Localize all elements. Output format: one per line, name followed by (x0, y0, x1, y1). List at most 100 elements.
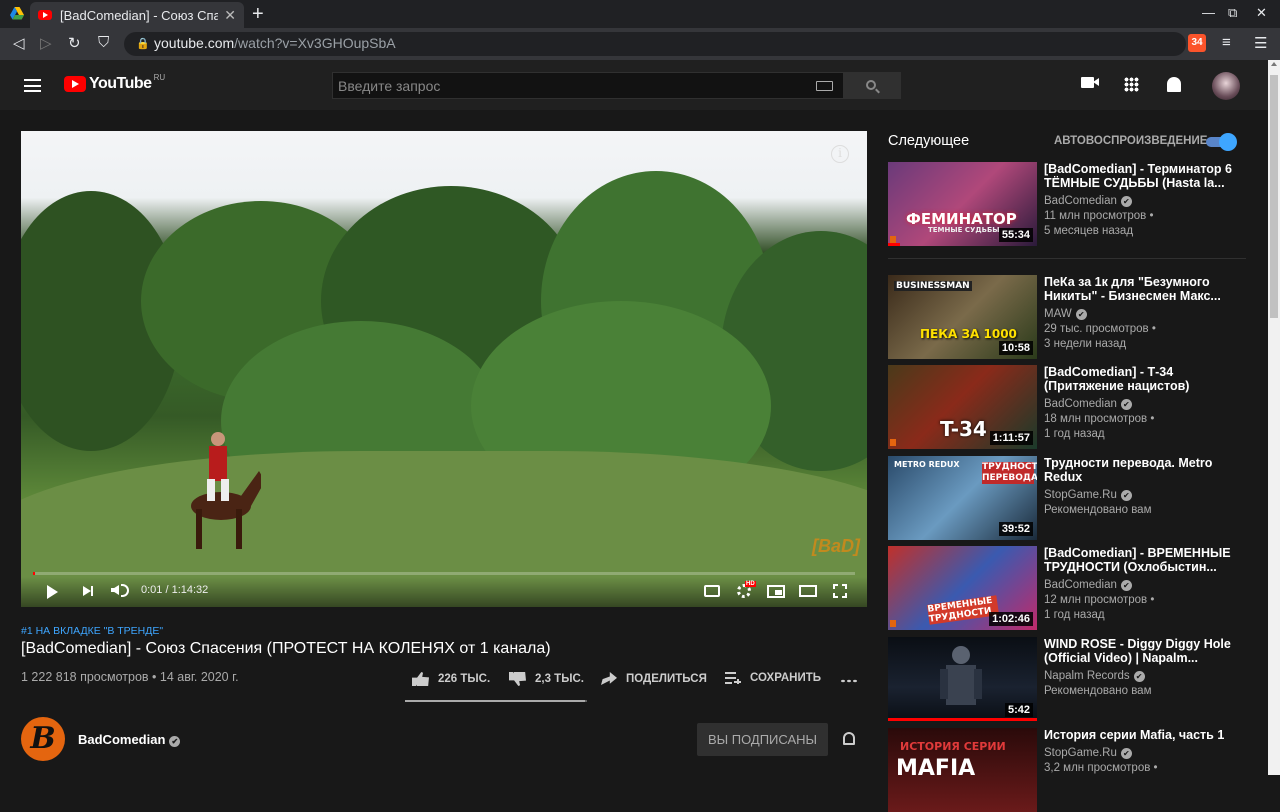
like-ratio-fill (405, 700, 586, 702)
video-player[interactable]: i [BaD] 0:01 / 1:14:32 HD (21, 131, 867, 607)
autoplay-toggle-knob[interactable] (1219, 133, 1237, 151)
recommended-video[interactable]: METRO REDUX ТРУДНОСТИ ПЕРЕВОДА 39:52 Трудно… (888, 456, 1248, 540)
keyboard-icon[interactable] (816, 81, 833, 91)
google-drive-icon[interactable] (10, 7, 24, 20)
video-stats: 29 тыс. просмотров • (1044, 323, 1156, 335)
channel-name[interactable]: MAW ✔ (1044, 308, 1244, 320)
youtube-favicon-icon (38, 10, 52, 20)
play-icon[interactable] (47, 585, 58, 599)
recommended-video[interactable]: ТЕМНЫЕ СУДЬБЫ ФЕМИНАТОР 55:34 [BadComedian]… (888, 162, 1248, 246)
video-title[interactable]: [BadComedian] - Терминатор 6 ТЁМНЫЕ СУДЬ… (1044, 162, 1244, 190)
forward-icon[interactable]: ▷ (40, 34, 52, 52)
thumbnail-subtext: BUSINESSMAN (894, 281, 972, 291)
channel-flag-icon (890, 236, 896, 243)
video-thumbnail[interactable]: T-34 1:11:57 (888, 365, 1037, 449)
address-bar: ◁ ▷ ↻ ⛉ 🔒 youtube.com/watch?v=Xv3GHOupSb… (0, 28, 1280, 60)
apps-grid-icon[interactable] (1124, 77, 1139, 92)
search-input[interactable]: Введите запрос (332, 72, 844, 99)
maximize-icon[interactable]: ⧉ (1228, 5, 1237, 21)
video-thumbnail[interactable]: METRO REDUX ТРУДНОСТИ ПЕРЕВОДА 39:52 (888, 456, 1037, 540)
url-field[interactable]: 🔒 youtube.com/watch?v=Xv3GHOupSbA (124, 32, 1186, 56)
browser-tab-bar: [BadComedian] - Союз Спа ✕ + — ⧉ ✕ (0, 0, 1280, 28)
video-title[interactable]: [BadComedian] - ВРЕМЕННЫЕ ТРУДНОСТИ (Охл… (1044, 546, 1244, 574)
video-age: 3 недели назад (1044, 338, 1127, 350)
recommended-video[interactable]: BUSINESSMAN ПЕКА ЗА 1000 10:58 ПеКа за 1к д… (888, 275, 1248, 359)
recommended-video[interactable]: ВРЕМЕННЫЕ ТРУДНОСТИ 1:02:46 [BadComedian] … (888, 546, 1248, 630)
scroll-up-arrow-icon[interactable] (1271, 62, 1277, 66)
verified-check-icon: ✔ (1075, 309, 1087, 320)
info-icon[interactable]: i (831, 145, 849, 163)
video-thumbnail[interactable]: BUSINESSMAN ПЕКА ЗА 1000 10:58 (888, 275, 1037, 359)
next-video-icon[interactable] (83, 586, 93, 596)
search-button[interactable] (843, 72, 901, 99)
recommended-video[interactable]: T-34 1:11:57 [BadComedian] - Т-34 (Притяже… (888, 365, 1248, 449)
like-button[interactable]: 226 ТЫС. (412, 672, 490, 686)
video-thumbnail[interactable]: ИСТОРИЯ СЕРИИ MAFIA (888, 728, 1037, 812)
thumbnail-text: MAFIA (896, 756, 976, 781)
tab-close-icon[interactable]: ✕ (224, 7, 236, 24)
video-title: [BadComedian] - Союз Спасения (ПРОТЕСТ Н… (21, 640, 551, 657)
theater-mode-icon[interactable] (799, 585, 817, 597)
youtube-logo[interactable]: YouTube RU (64, 73, 165, 93)
recommended-video[interactable]: ИСТОРИЯ СЕРИИ MAFIA История серии Mafia, ч… (888, 728, 1248, 812)
miniplayer-icon[interactable] (767, 585, 785, 598)
channel-name[interactable]: Napalm Records ✔ (1044, 670, 1244, 682)
channel-name[interactable]: BadComedian ✔ (78, 732, 181, 747)
window-close-icon[interactable]: ✕ (1256, 5, 1267, 21)
video-title[interactable]: [BadComedian] - Т-34 (Притяжение нацисто… (1044, 365, 1244, 393)
subscribed-button[interactable]: ВЫ ПОДПИСАНЫ (697, 723, 828, 756)
channel-avatar[interactable]: B (21, 717, 65, 761)
volume-icon[interactable] (111, 585, 119, 595)
channel-name-text: BadComedian (1044, 398, 1117, 410)
video-thumbnail[interactable]: ВРЕМЕННЫЕ ТРУДНОСТИ 1:02:46 (888, 546, 1037, 630)
verified-check-icon: ✔ (1120, 399, 1132, 410)
progress-bar[interactable] (33, 572, 855, 575)
trending-tag[interactable]: #1 НА ВКЛАДКЕ "В ТРЕНДЕ" (21, 625, 163, 637)
playlist-icon[interactable]: ≡ (1222, 34, 1231, 51)
notifications-bell-icon[interactable] (1167, 77, 1181, 92)
more-actions-icon[interactable] (840, 679, 858, 683)
reload-icon[interactable]: ↻ (68, 34, 81, 52)
verified-check-icon: ✔ (1133, 671, 1145, 682)
video-title[interactable]: Трудности перевода. Metro Redux (1044, 456, 1244, 484)
active-tab[interactable]: [BadComedian] - Союз Спа ✕ (30, 2, 244, 28)
channel-name-text: Napalm Records (1044, 670, 1130, 682)
recommended-video[interactable]: 5:42 WIND ROSE - Diggy Diggy Hole (Offici… (888, 637, 1248, 721)
video-title[interactable]: ПеКа за 1к для "Безумного Никиты" - Бизн… (1044, 275, 1244, 303)
save-button[interactable]: СОХРАНИТЬ (725, 672, 821, 684)
brave-shields-icon[interactable]: 34 (1188, 34, 1206, 52)
channel-name[interactable]: BadComedian ✔ (1044, 579, 1244, 591)
channel-flag-icon (890, 620, 896, 627)
video-stats: 12 млн просмотров • (1044, 594, 1155, 606)
user-avatar[interactable] (1212, 72, 1240, 100)
minimize-icon[interactable]: — (1202, 5, 1215, 20)
video-frame[interactable]: i [BaD] (21, 131, 867, 607)
notification-bell-icon[interactable] (843, 732, 855, 745)
video-thumbnail[interactable]: 5:42 (888, 637, 1037, 721)
fullscreen-icon[interactable] (833, 584, 847, 598)
video-title[interactable]: История серии Mafia, часть 1 (1044, 728, 1244, 742)
scrollbar-thumb[interactable] (1270, 75, 1278, 318)
dislike-count: 2,3 ТЫС. (535, 673, 584, 685)
channel-name[interactable]: StopGame.Ru ✔ (1044, 747, 1244, 759)
new-tab-button[interactable]: + (252, 3, 264, 26)
add-to-playlist-icon (725, 672, 741, 684)
subtitles-icon[interactable] (704, 585, 720, 597)
back-icon[interactable]: ◁ (13, 34, 25, 52)
bookmark-icon[interactable]: ⛉ (98, 34, 109, 51)
video-thumbnail[interactable]: ТЕМНЫЕ СУДЬБЫ ФЕМИНАТОР 55:34 (888, 162, 1037, 246)
hamburger-menu-icon[interactable] (24, 79, 41, 92)
channel-name[interactable]: BadComedian ✔ (1044, 195, 1244, 207)
channel-name[interactable]: BadComedian ✔ (1044, 398, 1244, 410)
browser-menu-icon[interactable]: ☰ (1254, 34, 1267, 52)
video-duration: 10:58 (998, 341, 1033, 355)
video-title[interactable]: WIND ROSE - Diggy Diggy Hole (Official V… (1044, 637, 1244, 665)
channel-name[interactable]: StopGame.Ru ✔ (1044, 489, 1244, 501)
channel-name-text: BadComedian (1044, 579, 1117, 591)
channel-watermark[interactable]: [BaD] (812, 536, 860, 557)
video-meta: [BadComedian] - ВРЕМЕННЫЕ ТРУДНОСТИ (Охл… (1044, 546, 1244, 621)
create-video-icon[interactable] (1081, 77, 1099, 88)
dislike-button[interactable]: 2,3 ТЫС. (509, 672, 584, 686)
share-button[interactable]: ПОДЕЛИТЬСЯ (601, 672, 707, 685)
video-age: 1 год назад (1044, 609, 1105, 621)
